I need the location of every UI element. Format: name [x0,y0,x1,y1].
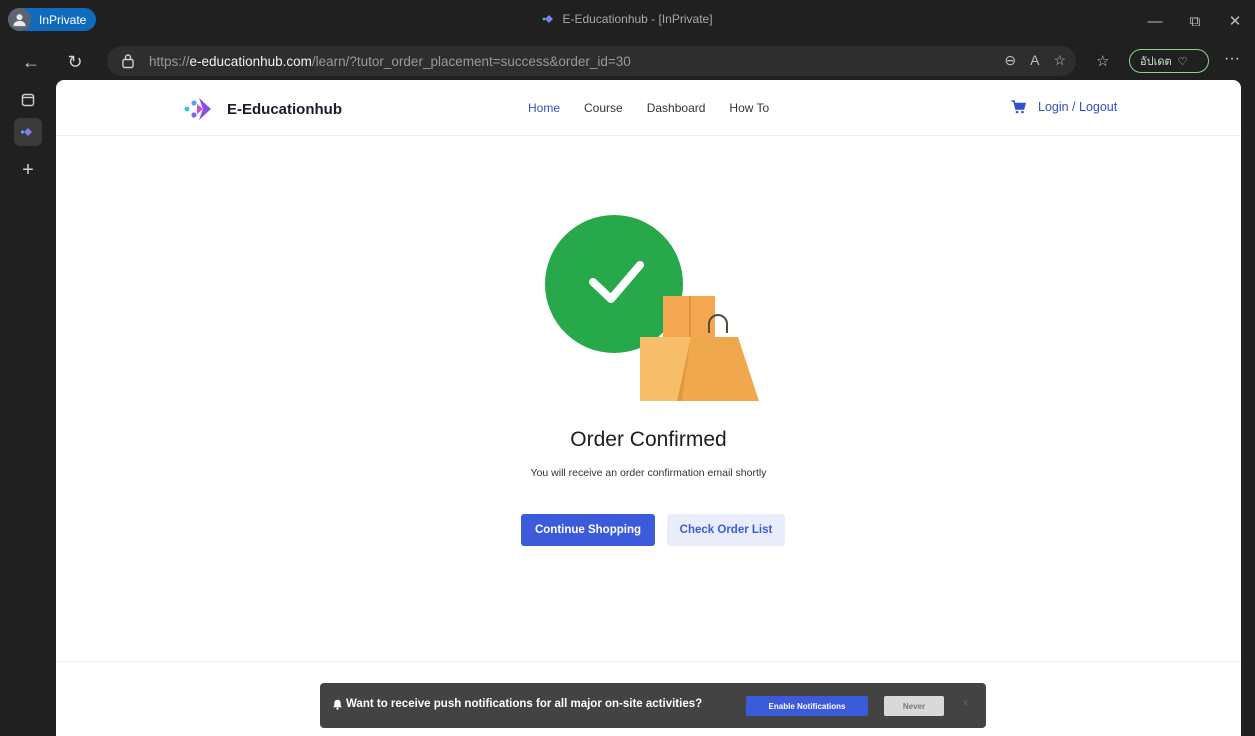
site-header: E-Educationhub Home Course Dashboard How… [56,80,1241,136]
close-icon[interactable]: ✕ [1215,0,1255,42]
window-title: E-Educationhub - [InPrivate] [0,12,1255,26]
browser-toolbar: ← ↻ https://e-educationhub.com/learn/?tu… [0,42,1255,80]
window-title-text: E-Educationhub - [InPrivate] [562,12,713,26]
order-confirmed-title: Order Confirmed [570,428,727,451]
address-bar[interactable]: https://e-educationhub.com/learn/?tutor_… [107,46,1076,76]
heart-pulse-icon: ♡ [1177,55,1188,68]
new-tab-plus-icon[interactable]: + [14,156,42,184]
vertical-tabs-sidebar: + [0,80,56,736]
favorite-star-icon[interactable]: ☆ [1053,52,1066,69]
brand-name: E-Educationhub [227,100,342,118]
read-aloud-icon[interactable]: A [1030,52,1039,69]
push-notification-prompt: Want to receive push notifications for a… [320,683,986,728]
main-nav: Home Course Dashboard How To [528,101,769,115]
site-favicon-icon [20,128,32,136]
minimize-icon[interactable]: — [1135,0,1175,42]
zoom-icon[interactable]: ⊖ [1004,52,1016,69]
url-domain: e-educationhub.com [189,54,312,69]
notification-close-icon[interactable]: × [962,696,969,710]
nav-how-to[interactable]: How To [729,101,769,115]
order-success-illustration [545,215,759,401]
web-page: E-Educationhub Home Course Dashboard How… [56,80,1241,736]
tab-actions-icon[interactable] [14,86,42,114]
success-circle [545,215,683,353]
nav-dashboard[interactable]: Dashboard [647,101,706,115]
nav-home[interactable]: Home [528,101,560,115]
nav-course[interactable]: Course [584,101,623,115]
window-controls: — ⧉ ✕ [1135,0,1255,42]
url-prefix: https:// [149,54,190,69]
bell-icon [333,699,342,710]
notification-message: Want to receive push notifications for a… [332,698,702,710]
notification-message-text: Want to receive push notifications for a… [346,698,703,710]
order-confirmed-subtitle: You will receive an order confirmation e… [530,467,767,479]
favorites-list-icon[interactable]: ☆ [1096,52,1109,70]
tabs-icon [21,93,35,107]
shopping-bag-right [682,337,759,401]
url-text[interactable]: https://e-educationhub.com/learn/?tutor_… [149,54,631,69]
restore-icon[interactable]: ⧉ [1175,0,1215,42]
url-path: /learn/?tutor_order_placement=success&or… [311,54,631,69]
cart-icon[interactable] [1011,100,1026,114]
site-logo[interactable]: E-Educationhub [183,94,342,124]
brand-logo-icon [184,98,211,120]
login-area: Login / Logout [1011,100,1117,114]
refresh-icon[interactable]: ↻ [62,50,88,74]
address-actions: ⊖ A ☆ [1004,52,1066,69]
update-label: อัปเดต [1140,56,1172,68]
login-logout-link[interactable]: Login / Logout [1038,100,1117,114]
browser-titlebar: InPrivate E-Educationhub - [InPrivate] —… [0,0,1255,42]
back-icon[interactable]: ← [18,50,44,74]
tab-e-educationhub[interactable] [14,118,42,146]
update-button[interactable]: อัปเดต ♡ [1129,49,1209,73]
never-button[interactable]: Never [884,696,944,716]
continue-shopping-button[interactable]: Continue Shopping [521,514,655,546]
footer-divider [56,661,1241,662]
check-order-list-button[interactable]: Check Order List [667,514,785,546]
site-favicon-icon [543,15,554,23]
more-menu-button[interactable]: ··· [1224,50,1240,68]
lock-icon[interactable] [121,53,135,69]
box-top [663,296,715,337]
enable-notifications-button[interactable]: Enable Notifications [746,696,868,716]
